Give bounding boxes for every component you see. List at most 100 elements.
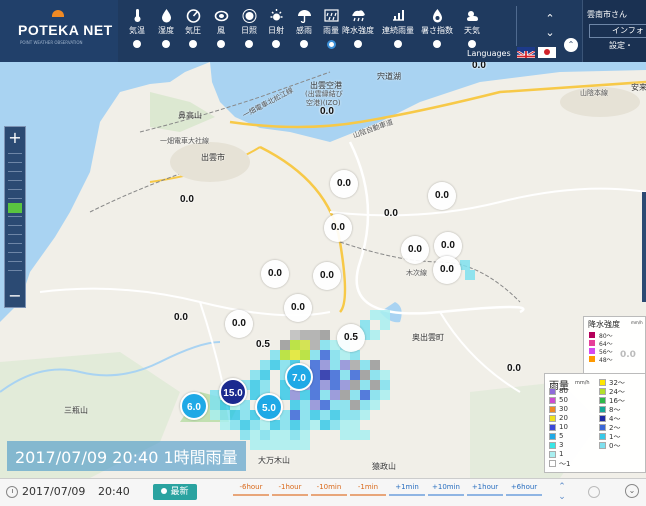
param-rain-intensity[interactable]: 降水強度 bbox=[341, 8, 375, 58]
param-wind[interactable]: 風 bbox=[208, 8, 234, 58]
rain-cell bbox=[250, 380, 260, 390]
param-continuous-rain[interactable]: 連続雨量 bbox=[381, 8, 415, 58]
station-value[interactable]: 0.0 bbox=[324, 214, 352, 242]
chevron-down-icon[interactable]: ⌄ bbox=[541, 26, 559, 40]
station-value[interactable]: 0.0 bbox=[330, 170, 358, 198]
zoom-tick bbox=[8, 261, 22, 262]
rain-cell bbox=[260, 380, 270, 390]
param-radio[interactable] bbox=[326, 40, 336, 49]
station-value[interactable]: 0.0 bbox=[401, 236, 429, 264]
station-value[interactable]: 0.0 bbox=[428, 182, 456, 210]
rain-cell bbox=[290, 430, 300, 440]
time-step-plusminus-1min[interactable]: +1min bbox=[389, 483, 425, 496]
param-pressure[interactable]: 気圧 bbox=[180, 8, 206, 58]
station-value[interactable]: 0.0 bbox=[472, 62, 486, 71]
param-radio[interactable] bbox=[468, 40, 476, 48]
param-scroll-arrows[interactable]: ⌃ ⌄ bbox=[541, 12, 559, 40]
rain-cell bbox=[250, 440, 260, 450]
param-radio[interactable] bbox=[394, 40, 402, 48]
time-scroll-arrows[interactable]: ⌃ ⌄ bbox=[555, 482, 569, 502]
logo[interactable]: POTEKA NET POINT WEATHER OBSERVATION bbox=[0, 0, 118, 62]
rain-cell bbox=[220, 410, 230, 420]
param-humidity[interactable]: 湿度 bbox=[153, 8, 179, 58]
japanese-flag-icon[interactable] bbox=[538, 47, 556, 58]
intensity-legend-row: 56～ bbox=[589, 347, 646, 356]
rain-cell bbox=[280, 390, 290, 400]
station-value[interactable]: 0.0 bbox=[507, 363, 521, 374]
history-clock-icon[interactable] bbox=[588, 486, 600, 498]
time-step-minus-1hour[interactable]: -1hour bbox=[272, 483, 308, 496]
param-radio[interactable] bbox=[189, 40, 197, 48]
rain-cell bbox=[320, 350, 330, 360]
logo-subtitle: POINT WEATHER OBSERVATION bbox=[20, 40, 83, 45]
english-flag-icon[interactable] bbox=[517, 47, 535, 58]
time-step-minus-1min[interactable]: -1min bbox=[350, 483, 386, 496]
info-button[interactable]: インフォ bbox=[589, 24, 646, 38]
mountain-label-omanki: 大万木山 bbox=[258, 456, 290, 465]
param-radio[interactable] bbox=[245, 40, 253, 48]
settings-menu[interactable]: 設定・ bbox=[609, 40, 633, 51]
rain-cell bbox=[260, 420, 270, 430]
param-solar[interactable]: 日射 bbox=[263, 8, 289, 58]
station-value[interactable]: 0.0 bbox=[313, 262, 341, 290]
collapse-header-button[interactable]: ⌃ bbox=[564, 38, 578, 52]
chevron-up-icon[interactable]: ⌃ bbox=[555, 482, 569, 492]
param-radio[interactable] bbox=[433, 40, 441, 48]
legend-swatch bbox=[599, 388, 606, 395]
expand-panel-button[interactable]: ⌄ bbox=[625, 484, 639, 498]
param-umbrella[interactable]: 感雨 bbox=[291, 8, 317, 58]
station-value[interactable]: 0.0 bbox=[433, 256, 461, 284]
chevron-down-icon[interactable]: ⌄ bbox=[555, 492, 569, 502]
rain-cell bbox=[230, 420, 240, 430]
station-value[interactable]: 0.0 bbox=[174, 312, 188, 323]
param-radio[interactable] bbox=[272, 40, 280, 48]
param-radio[interactable] bbox=[300, 40, 308, 48]
zoom-in-button[interactable]: + bbox=[5, 129, 25, 149]
zoom-control[interactable]: + − bbox=[4, 126, 26, 308]
station-value[interactable]: 0.0 bbox=[284, 294, 312, 322]
zoom-level-indicator[interactable] bbox=[8, 203, 22, 213]
time-step-minus-6hour[interactable]: -6hour bbox=[233, 483, 269, 496]
param-heat-index[interactable]: 暑さ指数 bbox=[420, 8, 454, 58]
current-date[interactable]: 2017/07/09 bbox=[22, 485, 85, 498]
station-value[interactable]: 6.0 bbox=[180, 392, 208, 420]
right-edge-handle[interactable] bbox=[642, 192, 646, 302]
time-step-minus-10min[interactable]: -10min bbox=[311, 483, 347, 496]
param-sunshine[interactable]: 日照 bbox=[236, 8, 262, 58]
param-radio[interactable] bbox=[217, 40, 225, 48]
rain-cell bbox=[260, 370, 270, 380]
station-value[interactable]: 7.0 bbox=[285, 363, 313, 391]
station-value[interactable]: 0.5 bbox=[256, 339, 270, 350]
station-value[interactable]: 0.5 bbox=[337, 324, 365, 352]
chevron-up-icon[interactable]: ⌃ bbox=[541, 12, 559, 26]
station-value[interactable]: 0.0 bbox=[225, 310, 253, 338]
param-radio[interactable] bbox=[133, 40, 141, 48]
param-radio[interactable] bbox=[354, 40, 362, 48]
time-step-plusminus-10min[interactable]: +10min bbox=[428, 483, 464, 496]
param-label: 気圧 bbox=[185, 26, 201, 35]
station-value[interactable]: 0.0 bbox=[180, 194, 194, 205]
station-value[interactable]: 0.0 bbox=[384, 208, 398, 219]
station-value[interactable]: 0.0 bbox=[261, 260, 289, 288]
rainfall-legend-row: 10 bbox=[549, 423, 593, 432]
zoom-tick bbox=[8, 153, 22, 154]
current-time[interactable]: 20:40 bbox=[98, 485, 130, 498]
param-thermometer[interactable]: 気温 bbox=[124, 8, 150, 58]
poteka-app: POTEKA NET POINT WEATHER OBSERVATION 気温 湿… bbox=[0, 0, 646, 506]
legend-swatch bbox=[549, 415, 556, 422]
time-step-plusminus-6hour[interactable]: +6hour bbox=[506, 483, 542, 496]
rain-cell bbox=[290, 330, 300, 340]
logo-sun-icon bbox=[52, 10, 64, 17]
play-icon bbox=[161, 488, 168, 494]
rain-cell bbox=[340, 360, 350, 370]
zoom-out-button[interactable]: − bbox=[5, 287, 25, 307]
rain-cell bbox=[330, 410, 340, 420]
station-value[interactable]: 15.0 bbox=[219, 378, 247, 406]
station-value[interactable]: 5.0 bbox=[255, 393, 283, 421]
station-value[interactable]: 0.0 bbox=[320, 106, 334, 117]
latest-button[interactable]: 最新 bbox=[153, 484, 197, 500]
time-step-bar bbox=[311, 494, 347, 496]
time-step-plusminus-1hour[interactable]: +1hour bbox=[467, 483, 503, 496]
param-radio[interactable] bbox=[162, 40, 170, 48]
rainfall-icon bbox=[323, 9, 339, 22]
